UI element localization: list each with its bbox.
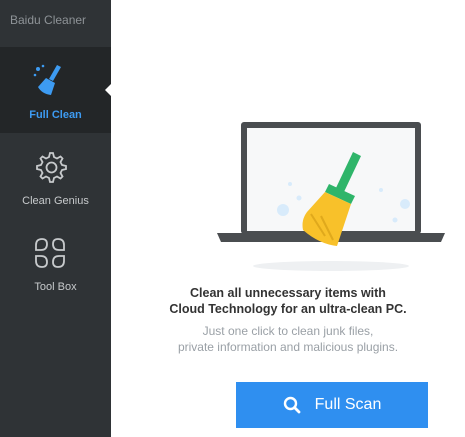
description-line: private information and malicious plugin… [177, 340, 399, 354]
sidebar-item-label: Full Clean [29, 109, 82, 121]
main-panel: Clean all unnecessary items with Cloud T… [111, 0, 465, 437]
sidebar-item-full-clean[interactable]: Full Clean [0, 47, 112, 133]
description: Just one click to clean junk files, priv… [111, 323, 465, 355]
full-scan-label: Full Scan [314, 396, 382, 413]
sidebar-item-tool-box[interactable]: Tool Box [0, 219, 111, 305]
laptop-broom-illustration [217, 122, 445, 271]
app-title: Baidu Cleaner [10, 13, 87, 27]
sidebar-item-label: Tool Box [34, 281, 77, 293]
toolbox-grid-icon [35, 238, 65, 268]
full-scan-button[interactable]: Full Scan [236, 382, 428, 428]
headline-line: Clean all unnecessary items with [190, 286, 386, 300]
description-line: Just one click to clean junk files, [202, 324, 374, 338]
broom-icon [33, 64, 61, 95]
gear-icon [36, 152, 67, 183]
search-icon [283, 396, 301, 414]
sidebar: Baidu Cleaner Full Clean Clean Genius To… [0, 0, 112, 437]
headline-line: Cloud Technology for an ultra-clean PC. [169, 302, 407, 316]
headline: Clean all unnecessary items with Cloud T… [111, 285, 465, 317]
sidebar-item-clean-genius[interactable]: Clean Genius [0, 133, 111, 219]
sidebar-item-label: Clean Genius [22, 195, 89, 207]
